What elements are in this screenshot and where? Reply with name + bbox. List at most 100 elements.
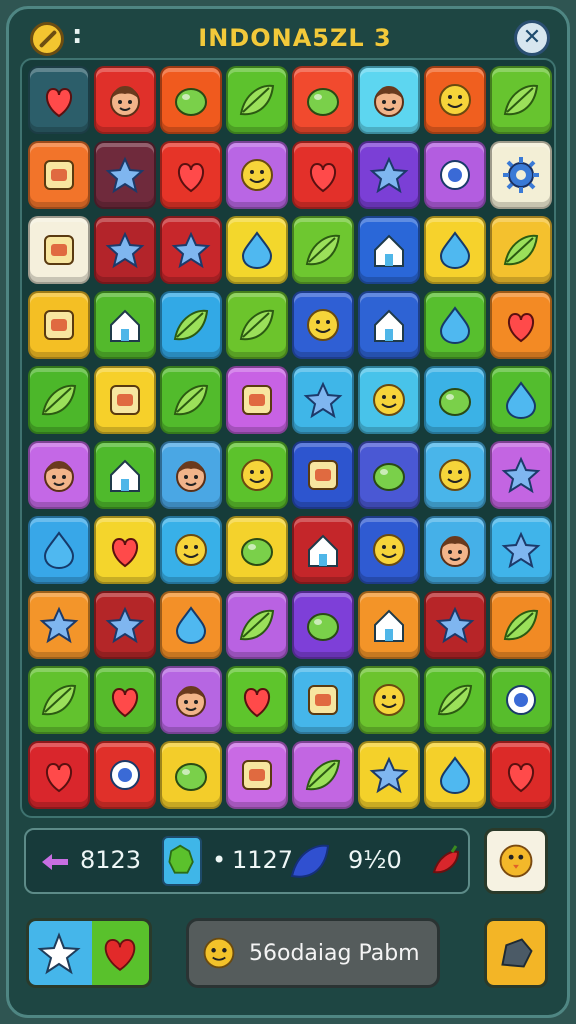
game-tile-r3-c6[interactable] [358, 216, 420, 284]
game-tile-r6-c3[interactable] [160, 441, 222, 509]
game-tile-r5-c4[interactable] [226, 366, 288, 434]
game-tile-r4-c3[interactable] [160, 291, 222, 359]
game-tile-r8-c5[interactable] [292, 591, 354, 659]
game-tile-r8-c6[interactable] [358, 591, 420, 659]
game-tile-r6-c8[interactable] [490, 441, 552, 509]
game-tile-r2-c1[interactable] [28, 141, 90, 209]
game-tile-r10-c2[interactable] [94, 741, 156, 809]
powerup-button[interactable] [484, 828, 548, 894]
game-tile-r1-c3[interactable] [160, 66, 222, 134]
heart-slot-button[interactable] [92, 918, 152, 988]
game-tile-r8-c3[interactable] [160, 591, 222, 659]
game-tile-r6-c2[interactable] [94, 441, 156, 509]
game-tile-r7-c7[interactable] [424, 516, 486, 584]
game-tile-r2-c4[interactable] [226, 141, 288, 209]
blob-icon [307, 88, 339, 116]
game-tile-r4-c7[interactable] [424, 291, 486, 359]
game-tile-r10-c4[interactable] [226, 741, 288, 809]
game-tile-r10-c8[interactable] [490, 741, 552, 809]
game-tile-r6-c4[interactable] [226, 441, 288, 509]
game-tile-r4-c2[interactable] [94, 291, 156, 359]
game-tile-r3-c2[interactable] [94, 216, 156, 284]
star-icon [369, 156, 409, 194]
game-tile-r2-c3[interactable] [160, 141, 222, 209]
game-tile-r1-c2[interactable] [94, 66, 156, 134]
game-tile-r5-c6[interactable] [358, 366, 420, 434]
game-tile-r7-c5[interactable] [292, 516, 354, 584]
game-tile-r2-c8[interactable] [490, 141, 552, 209]
game-tile-r7-c3[interactable] [160, 516, 222, 584]
game-tile-r8-c8[interactable] [490, 591, 552, 659]
face-icon [440, 536, 470, 567]
game-tile-r10-c1[interactable] [28, 741, 90, 809]
game-tile-r1-c5[interactable] [292, 66, 354, 134]
game-tile-r1-c1[interactable] [28, 66, 90, 134]
game-tile-r9-c7[interactable] [424, 666, 486, 734]
game-tile-r2-c6[interactable] [358, 141, 420, 209]
heart-icon [178, 162, 204, 193]
game-tile-r10-c3[interactable] [160, 741, 222, 809]
game-tile-r9-c1[interactable] [28, 666, 90, 734]
game-tile-r9-c3[interactable] [160, 666, 222, 734]
game-tile-r10-c5[interactable] [292, 741, 354, 809]
game-tile-r9-c2[interactable] [94, 666, 156, 734]
game-tile-r4-c5[interactable] [292, 291, 354, 359]
game-tile-r3-c5[interactable] [292, 216, 354, 284]
game-tile-r1-c6[interactable] [358, 66, 420, 134]
game-tile-r10-c6[interactable] [358, 741, 420, 809]
game-tile-r2-c5[interactable] [292, 141, 354, 209]
game-tile-r3-c8[interactable] [490, 216, 552, 284]
menu-dots[interactable]: : [72, 20, 82, 50]
game-tile-r3-c3[interactable] [160, 216, 222, 284]
game-tile-r3-c4[interactable] [226, 216, 288, 284]
game-tile-r7-c1[interactable] [28, 516, 90, 584]
game-title: INDONA5ZL 3 [198, 24, 392, 52]
game-tile-r8-c1[interactable] [28, 591, 90, 659]
star-slot-button[interactable] [26, 918, 92, 988]
game-tile-r8-c2[interactable] [94, 591, 156, 659]
game-tile-r5-c5[interactable] [292, 366, 354, 434]
game-tile-r6-c6[interactable] [358, 441, 420, 509]
game-tile-r1-c7[interactable] [424, 66, 486, 134]
game-tile-r5-c1[interactable] [28, 366, 90, 434]
game-tile-r1-c4[interactable] [226, 66, 288, 134]
leaf-icon [305, 234, 341, 266]
game-tile-r7-c2[interactable] [94, 516, 156, 584]
game-tile-r7-c6[interactable] [358, 516, 420, 584]
game-tile-r10-c7[interactable] [424, 741, 486, 809]
game-tile-r3-c1[interactable] [28, 216, 90, 284]
game-tile-r1-c8[interactable] [490, 66, 552, 134]
game-tile-r5-c3[interactable] [160, 366, 222, 434]
game-tile-r9-c6[interactable] [358, 666, 420, 734]
game-tile-r7-c4[interactable] [226, 516, 288, 584]
game-tile-r8-c4[interactable] [226, 591, 288, 659]
game-tile-r6-c7[interactable] [424, 441, 486, 509]
game-tile-r8-c7[interactable] [424, 591, 486, 659]
stats-bar: 8123 • 1127 9½0 [24, 828, 470, 894]
game-tile-r2-c7[interactable] [424, 141, 486, 209]
house-icon [110, 459, 140, 492]
game-tile-r9-c4[interactable] [226, 666, 288, 734]
game-tile-r6-c1[interactable] [28, 441, 90, 509]
game-tile-r4-c1[interactable] [28, 291, 90, 359]
heart-icon [46, 762, 72, 793]
game-tile-r5-c7[interactable] [424, 366, 486, 434]
game-tile-r5-c8[interactable] [490, 366, 552, 434]
heart-icon [104, 938, 136, 971]
game-tile-r7-c8[interactable] [490, 516, 552, 584]
game-tile-r5-c2[interactable] [94, 366, 156, 434]
game-tile-r2-c2[interactable] [94, 141, 156, 209]
game-tile-r4-c6[interactable] [358, 291, 420, 359]
close-button[interactable]: ✕ [514, 20, 550, 56]
game-tile-r9-c8[interactable] [490, 666, 552, 734]
leaf-icon [239, 609, 275, 641]
arrow-icon [42, 854, 68, 870]
star-icon [105, 231, 145, 269]
game-tile-r9-c5[interactable] [292, 666, 354, 734]
shield-button[interactable] [484, 918, 548, 988]
coin-icon[interactable] [30, 22, 64, 56]
game-tile-r3-c7[interactable] [424, 216, 486, 284]
game-tile-r6-c5[interactable] [292, 441, 354, 509]
game-tile-r4-c4[interactable] [226, 291, 288, 359]
game-tile-r4-c8[interactable] [490, 291, 552, 359]
